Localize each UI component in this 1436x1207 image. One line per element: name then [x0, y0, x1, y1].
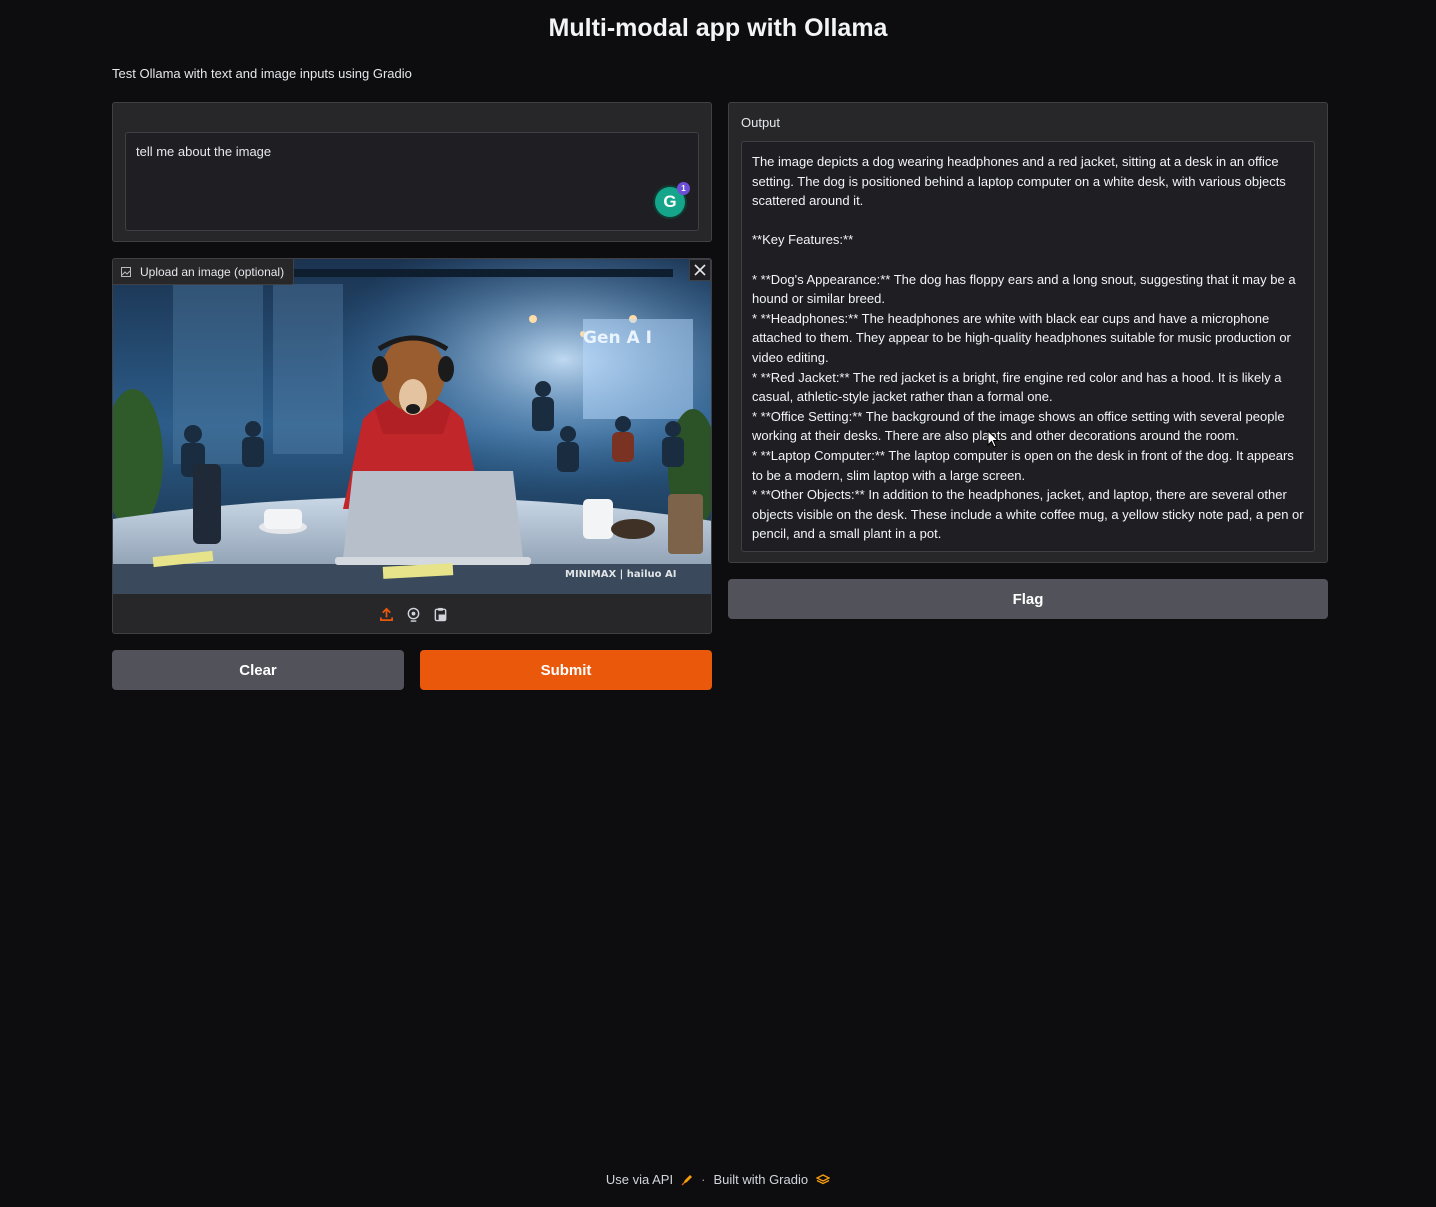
- output-line: * **Red Jacket:** The red jacket is a br…: [752, 369, 1282, 405]
- output-line: * **Office Setting:** The background of …: [752, 408, 1285, 444]
- page-title: Multi-modal app with Ollama: [548, 14, 888, 42]
- uploaded-image: Gen A I MINIMAX | hailuo AI: [113, 259, 711, 594]
- submit-button[interactable]: Submit: [420, 650, 712, 690]
- remove-image-button[interactable]: [689, 259, 711, 281]
- grammarly-icon[interactable]: G 1: [655, 182, 690, 217]
- output-label: Output: [741, 115, 781, 130]
- image-source-toolbar: [113, 594, 711, 633]
- gradio-logo-icon: [816, 1173, 831, 1184]
- close-icon: [694, 264, 706, 276]
- use-via-api-link[interactable]: Use via API: [606, 1172, 673, 1187]
- clear-button[interactable]: Clear: [112, 650, 404, 690]
- image-input-label: Upload an image (optional): [113, 259, 295, 285]
- output-line: * **Dog's Appearance:** The dog has flop…: [752, 271, 1296, 307]
- image-input-label-text: Upload an image (optional): [140, 264, 285, 279]
- output-line: The image depicts a dog wearing headphon…: [752, 154, 1286, 209]
- output-panel: Output The image depicts a dog wearing h…: [728, 102, 1328, 563]
- footer-separator: ·: [701, 1172, 706, 1187]
- page-description: Test Ollama with text and image inputs u…: [112, 66, 412, 81]
- clipboard-icon[interactable]: [432, 606, 449, 623]
- footer: Use via API · Built with Gradio: [0, 1172, 1436, 1187]
- text-input-panel: tell me about the image G 1: [112, 102, 712, 242]
- webcam-icon[interactable]: [405, 606, 422, 623]
- output-line: * **Headphones:** The headphones are whi…: [752, 310, 1291, 365]
- built-with-gradio-link[interactable]: Built with Gradio: [713, 1172, 808, 1187]
- output-line: [752, 211, 1304, 231]
- prompt-text: tell me about the image: [136, 144, 272, 159]
- upload-icon[interactable]: [378, 606, 395, 623]
- flag-button[interactable]: Flag: [728, 579, 1328, 619]
- output-line: * **Other Objects:** In addition to the …: [752, 487, 1304, 542]
- mouse-cursor-icon: [987, 430, 999, 448]
- output-textbox[interactable]: The image depicts a dog wearing headphon…: [741, 141, 1315, 552]
- output-line: * **Laptop Computer:** The laptop comput…: [752, 447, 1294, 483]
- prompt-textarea[interactable]: tell me about the image G 1: [125, 132, 699, 231]
- photo-watermark: MINIMAX | hailuo AI: [565, 569, 676, 580]
- photo-sign-text: Gen A I: [583, 328, 652, 348]
- output-line: **Key Features:**: [752, 232, 854, 248]
- image-input-panel: Upload an image (optional) Gen A I MINIM…: [112, 258, 712, 634]
- rocket-icon: [681, 1174, 693, 1186]
- output-line: [752, 250, 1304, 270]
- grammarly-badge: 1: [677, 182, 690, 195]
- image-icon: [121, 266, 131, 277]
